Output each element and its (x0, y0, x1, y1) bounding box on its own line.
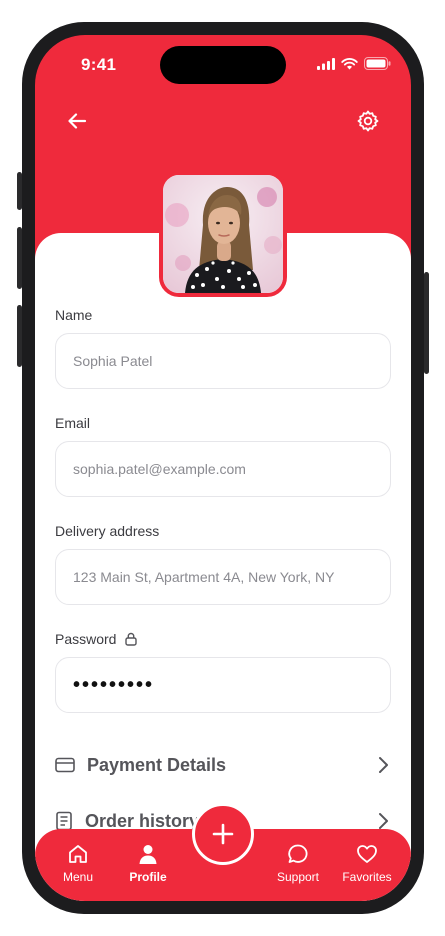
profile-photo (163, 175, 283, 293)
chevron-right-icon (379, 813, 388, 829)
name-label: Name (55, 307, 93, 323)
status-icons (317, 57, 391, 70)
avatar[interactable] (159, 171, 287, 297)
heart-icon (357, 845, 377, 863)
nav-menu-label: Menu (62, 870, 94, 884)
address-label: Delivery address (55, 523, 160, 539)
credit-card-icon (55, 757, 75, 773)
phone-frame: 9:41 Name Sophia Patel Email sophia.pate… (17, 22, 429, 914)
chevron-right-icon (379, 757, 388, 773)
nav-menu[interactable]: Menu (61, 843, 95, 884)
home-icon (69, 845, 87, 863)
nav-support-label: Support (276, 870, 320, 884)
nav-profile[interactable]: Profile (127, 843, 169, 884)
profile-form: Name Sophia Patel Email sophia.patel@exa… (55, 305, 391, 737)
battery-icon (364, 57, 391, 70)
screen: 9:41 Name Sophia Patel Email sophia.pate… (35, 35, 411, 901)
gear-icon (357, 110, 379, 132)
address-field[interactable]: 123 Main St, Apartment 4A, New York, NY (55, 549, 391, 605)
volume-down-button (17, 305, 22, 367)
lock-icon (125, 632, 138, 646)
password-label: Password (55, 629, 391, 649)
chat-bubble-icon (288, 844, 308, 863)
nav-profile-label: Profile (129, 870, 167, 884)
receipt-icon (56, 811, 72, 831)
plus-icon (212, 823, 234, 845)
wifi-icon (341, 57, 358, 69)
arrow-left-icon (68, 113, 87, 129)
status-bar: 9:41 (35, 35, 411, 95)
email-label: Email (55, 415, 91, 431)
payment-details-label: Payment Details (87, 754, 227, 775)
nav-support[interactable]: Support (273, 843, 323, 884)
add-button[interactable] (192, 803, 254, 865)
back-button[interactable] (59, 103, 95, 139)
payment-details-row[interactable]: Payment Details (55, 750, 391, 780)
email-field[interactable]: sophia.patel@example.com (55, 441, 391, 497)
mute-switch (17, 172, 22, 210)
user-icon (139, 845, 157, 864)
nav-favorites[interactable]: Favorites (339, 843, 395, 884)
name-field[interactable]: Sophia Patel (55, 333, 391, 389)
password-field[interactable]: ••••••••• (55, 657, 391, 713)
nav-favorites-label: Favorites (342, 870, 392, 884)
settings-button[interactable] (350, 103, 386, 139)
volume-up-button (17, 227, 22, 289)
status-time: 9:41 (81, 55, 117, 74)
dynamic-island (160, 46, 286, 84)
power-button (424, 272, 429, 374)
signal-icon (317, 57, 335, 70)
